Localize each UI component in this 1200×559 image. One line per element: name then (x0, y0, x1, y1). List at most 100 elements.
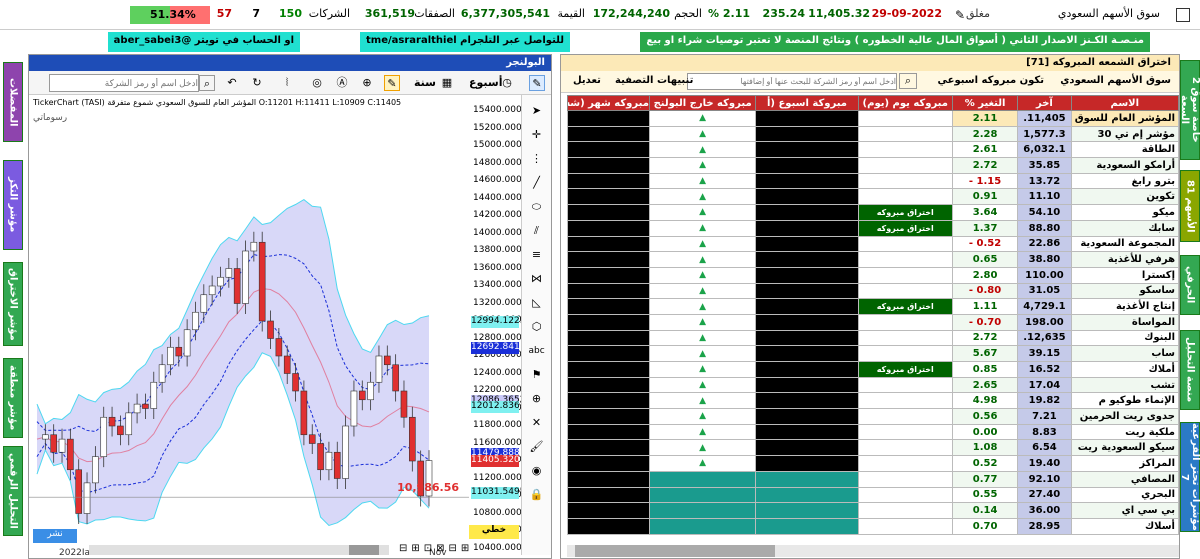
wave-icon[interactable]: ◺ (529, 295, 545, 311)
table-row[interactable]: ميكو 54.10 3.64 اختراق مبروكه ▲ (567, 204, 1180, 221)
chart-type-label[interactable]: خطي (469, 525, 519, 539)
table-row[interactable]: ساب 39.15 5.67 ▲ (567, 345, 1180, 362)
flag-icon[interactable]: ⚑ (529, 367, 545, 383)
table-row[interactable]: ساسكو 31.05 0.80 - ▲ (567, 282, 1180, 300)
left-tab-3[interactable]: مؤشر الاختراق (3, 262, 23, 346)
price-chart[interactable]: 10,986.562022JanMarMayJulSepNov (29, 95, 469, 555)
table-row[interactable]: أرامكو السعودية 35.85 2.72 ▲ (567, 157, 1180, 174)
fib-icon[interactable]: ≡ (529, 247, 545, 263)
left-tab-2[interactable]: مؤشر التكز (3, 160, 23, 250)
market-name[interactable]: سوق الأسهم السعودي (1058, 7, 1160, 20)
redo-icon[interactable]: ↻ (249, 75, 265, 91)
table-row[interactable]: ملكية ريت 8.83 0.00 ▲ (567, 423, 1180, 441)
pencil-icon[interactable]: ✎ (529, 75, 545, 91)
period-week[interactable]: أسبوع (469, 76, 503, 89)
table-row[interactable]: إنتاج الأغذية 4,729.1 1.11 اختراق مبروكه ▲ (567, 298, 1180, 315)
table-row[interactable]: سابك 88.80 1.37 اختراق مبروكه ▲ (567, 219, 1180, 237)
table-row[interactable]: المؤشر العام للسوق السعودي11,405.2.11 ▲ (567, 110, 1180, 127)
trendline-icon[interactable]: ╱ (529, 175, 545, 191)
table-row[interactable]: بي سي اي 36.00 0.14 (567, 502, 1180, 519)
period-year[interactable]: سنة (414, 76, 436, 89)
column-header-6[interactable]: مبروكه خارج البولنج (648, 95, 757, 111)
lock-icon[interactable]: 🔒 (529, 487, 545, 503)
column-header-5[interactable]: مبروكة اسبوع (أ (755, 95, 859, 111)
candle (142, 403, 149, 409)
channel-icon[interactable]: ⫽ (529, 223, 545, 239)
column-header-4[interactable]: مبروكه يوم (يوم) (857, 95, 953, 111)
brush-icon[interactable]: 🖌 (529, 439, 545, 455)
chart-scrollbar[interactable] (89, 545, 389, 555)
cell-week (755, 408, 859, 425)
clock-icon[interactable]: ◷ (499, 75, 515, 91)
compare-icon[interactable]: ⦚ (279, 75, 295, 91)
cell-day (857, 251, 953, 268)
edit-icon[interactable]: ✎ (955, 8, 965, 22)
hline-icon[interactable]: ⋮ (529, 151, 545, 167)
chart-search-input[interactable] (49, 74, 199, 92)
alert-icon[interactable]: Ⓐ (334, 75, 350, 91)
delete-icon[interactable]: ✕ (529, 415, 545, 431)
table-row[interactable]: البنوك 12,635. 2.72 ▲ (567, 329, 1180, 347)
calendar-period-icon[interactable]: ▦ (439, 75, 455, 91)
column-header-3[interactable]: التغير % (951, 95, 1019, 111)
column-header-2[interactable]: آخر (1017, 95, 1072, 111)
left-tab-4[interactable]: مؤشر منطقة (3, 358, 23, 438)
left-tab-1[interactable]: المفضلات (3, 62, 23, 142)
column-header-1[interactable]: الاسم (1070, 95, 1180, 111)
table-row[interactable]: جدوى ريت الحرمين 7.21 0.56 ▲ (567, 408, 1180, 425)
right-tab-2[interactable]: الأسهم 81 (1180, 170, 1200, 242)
table-row[interactable]: أملاك 16.52 0.85 اختراق مبروكه ▲ (567, 361, 1180, 378)
table-row[interactable]: الطاقة 6,032.1 2.61 ▲ (567, 141, 1180, 159)
calendar-icon[interactable] (1176, 8, 1190, 22)
table-row[interactable]: أسلاك 28.95 0.70 (567, 517, 1180, 535)
mode-icon[interactable]: ⊕ (359, 75, 375, 91)
table-row[interactable]: المراكز 19.40 0.52 ▲ (567, 455, 1180, 472)
shape-icon[interactable]: ⬡ (529, 319, 545, 335)
filter-market[interactable]: سوق الأسهم السعودي (1060, 75, 1171, 86)
ellipse-icon[interactable]: ⬭ (529, 199, 545, 215)
table-row[interactable]: المواساة 198.00 0.70 - ▲ (567, 313, 1180, 331)
table-row[interactable]: تكوين 11.10 0.91 ▲ (567, 188, 1180, 206)
table-row[interactable]: تشب 17.04 2.65 ▲ (567, 376, 1180, 394)
target-icon[interactable]: ◎ (309, 75, 325, 91)
right-tab-1[interactable]: خاصة سوق 2 السعة (1179, 60, 1200, 160)
right-tab-3[interactable]: الحرفي (1180, 255, 1200, 315)
left-tab-5[interactable]: التحليل الرقمي (3, 446, 23, 536)
up-arrow-icon: ▲ (648, 439, 757, 457)
twitter-link[interactable]: او الحساب في تويتر @aber_sabei3 (107, 32, 300, 52)
text-icon[interactable]: abc (529, 343, 545, 359)
cursor-icon[interactable]: ➤ (529, 103, 545, 119)
search-icon[interactable]: ⌕ (899, 73, 917, 89)
undo-icon[interactable]: ↶ (224, 75, 240, 91)
table-row[interactable]: بترو رابغ 13.72 1.15 - ▲ (567, 172, 1180, 190)
column-header-7[interactable]: مبروكه شهر (شه (567, 95, 650, 111)
right-tab-4[interactable]: منصة التحليل (1180, 330, 1200, 410)
table-row[interactable]: المصافي 92.10 0.77 (567, 470, 1180, 488)
publish-button[interactable]: نشر (33, 529, 77, 543)
up-arrow-icon: ▲ (648, 423, 757, 441)
right-tab-5[interactable]: مؤشرات تحتر الفرعية 7 (1179, 422, 1200, 532)
cell-outside (648, 517, 757, 535)
table-row[interactable]: هرفي للأغذية 38.80 0.65 ▲ (567, 251, 1180, 268)
cell-week (755, 204, 859, 221)
table-row[interactable]: إكسترا 110.00 2.80 ▲ (567, 266, 1180, 284)
scanner-search-input[interactable] (687, 73, 897, 90)
eye-icon[interactable]: ◉ (529, 463, 545, 479)
filter-candle[interactable]: تكون مبروكه اسبوعي (938, 75, 1045, 86)
table-row[interactable]: الإنماء طوكيو م 19.82 4.98 ▲ (567, 392, 1180, 410)
telegram-link[interactable]: للتواصل عبر التلجرام tme/asraralthiel (360, 32, 570, 52)
draw-icon[interactable]: ✎ (384, 75, 400, 91)
crosshair-icon[interactable]: ✛ (529, 127, 545, 143)
table-row[interactable]: البحري 27.40 0.55 (567, 486, 1180, 504)
table-row[interactable]: سيكو السعودية ريت 6.54 1.08 ▲ (567, 439, 1180, 457)
pattern-icon[interactable]: ⋈ (529, 271, 545, 287)
grid-scrollbar[interactable] (567, 545, 1179, 557)
table-row[interactable]: مؤشر إم تي 30 1,577.3 2.28 ▲ (567, 125, 1180, 143)
volume-value: 172,244,240 (592, 7, 670, 20)
table-row[interactable]: المجموعة السعودية 22.86 0.52 - ▲ (567, 235, 1180, 253)
search-icon[interactable]: ⌕ (199, 75, 215, 91)
zoom-controls[interactable]: ⊟⊞⊡⊠⊟⊞ (399, 543, 499, 557)
alerts-button[interactable]: تنبيهات التصفية (615, 75, 693, 86)
edit-button[interactable]: تعديل (573, 75, 601, 86)
zoom-icon[interactable]: ⊕ (529, 391, 545, 407)
